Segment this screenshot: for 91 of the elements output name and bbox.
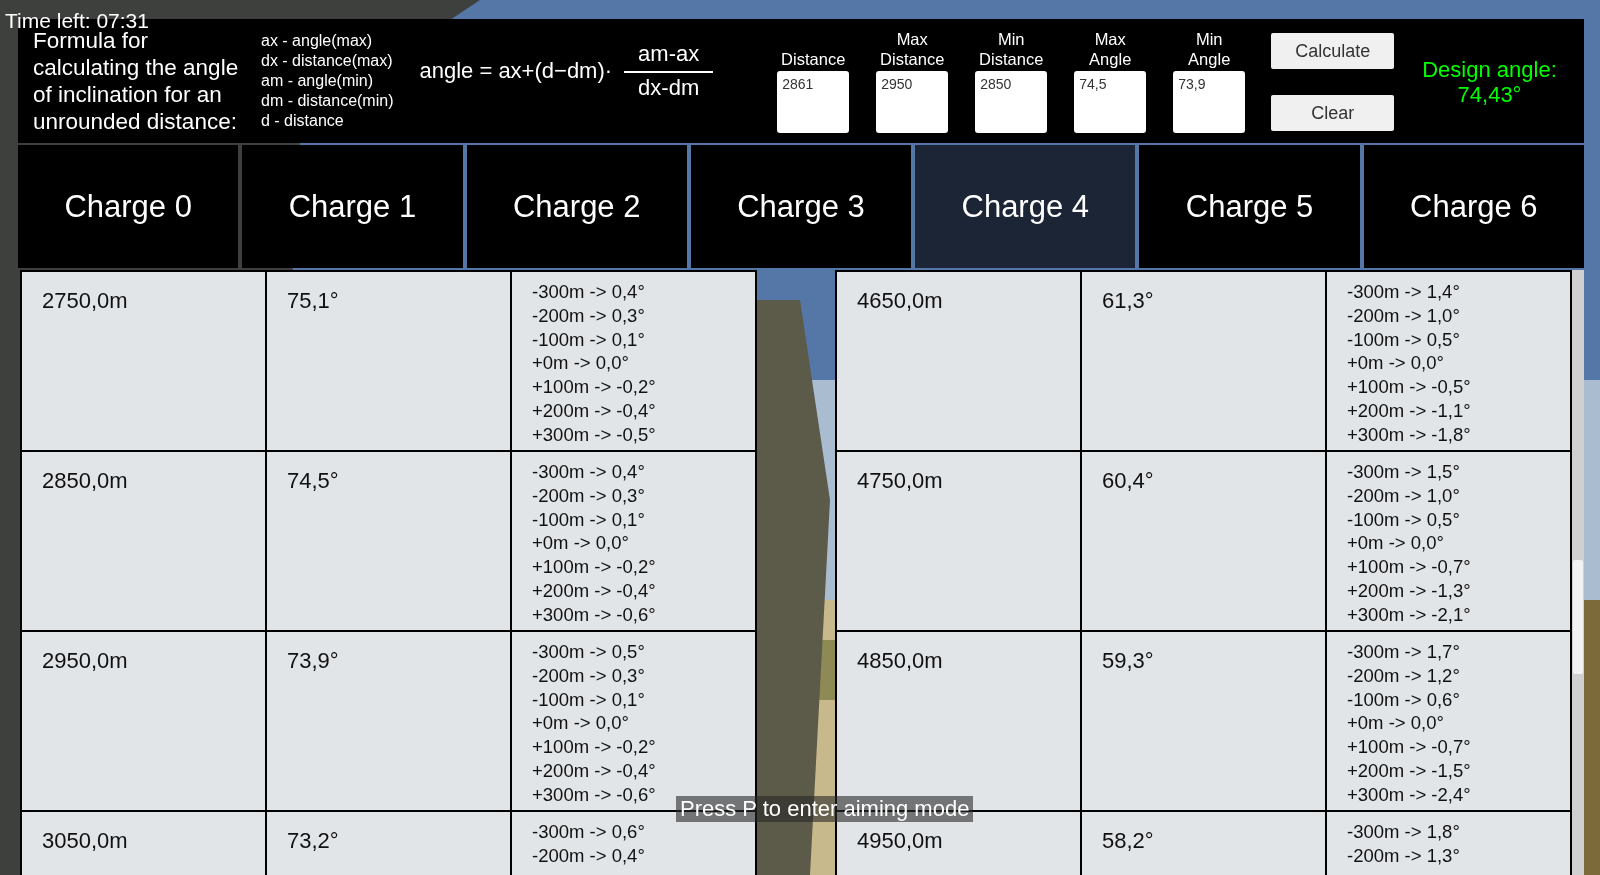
angle-cell: 58,2° — [1082, 812, 1325, 875]
field-label: Max Distance — [879, 29, 946, 69]
correction-line: +300m -> -0,6° — [532, 602, 657, 627]
correction-line: -200m -> 0,4° — [532, 843, 646, 868]
correction-line: +100m -> -0,2° — [532, 555, 657, 579]
correction-line: +100m -> -0,7° — [1347, 735, 1472, 759]
correction-line: +0m -> 0,0° — [532, 531, 630, 556]
correction-line: +200m -> -0,4° — [532, 579, 657, 603]
correction-line: -100m -> 0,5° — [1347, 327, 1461, 352]
legend-line: ax - angle(max) — [261, 31, 374, 51]
distance-cell: 2750,0m — [22, 272, 265, 450]
calculate-button[interactable]: Calculate — [1271, 33, 1395, 69]
correction-line: +100m -> -0,7° — [1347, 555, 1472, 579]
input-field[interactable]: 74,5 — [1074, 71, 1147, 133]
formula-equation: angle = ax+(d−dm)· — [419, 58, 613, 84]
correction-line: -100m -> 0,5° — [1347, 507, 1461, 532]
correction-line: -200m -> 1,0° — [1347, 483, 1461, 508]
correction-line: -300m -> 1,7° — [1347, 640, 1461, 664]
formula-denominator: dx-dm — [638, 74, 700, 101]
correction-line: -200m -> 1,2° — [1347, 663, 1461, 688]
correction-line: -300m -> 0,5° — [532, 640, 646, 664]
field-label: Max Angle — [1088, 29, 1133, 69]
correction-line: +0m -> 0,0° — [532, 711, 630, 736]
correction-line: -100m -> 0,1° — [532, 507, 646, 532]
charge-tab[interactable]: Charge 1 — [242, 145, 463, 268]
legend-line: d - distance — [261, 111, 345, 131]
angle-cell: 75,1° — [267, 272, 510, 450]
correction-line: +200m -> -1,1° — [1347, 399, 1472, 423]
correction-line: +0m -> 0,0° — [1347, 351, 1445, 376]
correction-line: -100m -> 0,1° — [532, 327, 646, 352]
correction-line: +200m -> -0,4° — [532, 399, 657, 423]
correction-line: -300m -> 0,4° — [532, 280, 646, 304]
correction-line: +300m -> -0,6° — [532, 782, 657, 807]
charge-tab[interactable]: Charge 6 — [1363, 145, 1584, 268]
field-label: Min Angle — [1187, 29, 1232, 69]
correction-line: +0m -> 0,0° — [532, 351, 630, 376]
scrollbar-thumb[interactable] — [1573, 560, 1583, 674]
input-field[interactable]: 2850 — [975, 71, 1048, 133]
correction-line: -100m -> 0,1° — [532, 687, 646, 712]
angle-cell: 60,4° — [1082, 452, 1325, 630]
charge-tab[interactable]: Charge 5 — [1139, 145, 1360, 268]
correction-line: -200m -> 0,3° — [532, 483, 646, 508]
correction-line: +0m -> 0,0° — [1347, 711, 1445, 736]
result-value: 74,43° — [1457, 82, 1522, 107]
charge-tab[interactable]: Charge 4 — [915, 145, 1136, 268]
angle-cell: 61,3° — [1082, 272, 1325, 450]
legend-line: dm - distance(min) — [261, 91, 394, 111]
angle-cell: 73,2° — [267, 812, 510, 875]
correction-line: -200m -> 0,3° — [532, 663, 646, 688]
field-label: Distance — [781, 49, 846, 69]
correction-line: -300m -> 1,5° — [1347, 460, 1461, 484]
correction-line: +200m -> -1,3° — [1347, 579, 1472, 603]
input-field[interactable]: 2950 — [876, 71, 949, 133]
legend-line: dx - distance(max) — [261, 51, 394, 71]
angle-cell: 59,3° — [1082, 632, 1325, 810]
clear-button[interactable]: Clear — [1271, 95, 1395, 131]
correction-line: +200m -> -1,5° — [1347, 759, 1472, 783]
distance-cell: 4650,0m — [837, 272, 1080, 450]
distance-cell: 2950,0m — [22, 632, 265, 810]
correction-line: -300m -> 1,8° — [1347, 820, 1461, 844]
correction-line: +300m -> -2,4° — [1347, 782, 1472, 807]
correction-line: -200m -> 0,3° — [532, 303, 646, 328]
correction-line: +300m -> -2,1° — [1347, 602, 1472, 627]
correction-line: -300m -> 1,4° — [1347, 280, 1461, 304]
charge-tab[interactable]: Charge 3 — [690, 145, 912, 268]
correction-line: +0m -> 0,0° — [1347, 531, 1445, 556]
correction-line: +100m -> -0,5° — [1347, 375, 1472, 399]
angle-cell: 73,9° — [267, 632, 510, 810]
correction-line: +100m -> -0,2° — [532, 735, 657, 759]
correction-line: +200m -> -0,4° — [532, 759, 657, 783]
correction-line: -100m -> 0,6° — [1347, 687, 1461, 712]
result-label: Design angle: — [1422, 57, 1557, 82]
correction-line: -200m -> 1,3° — [1347, 843, 1461, 868]
correction-line: -300m -> 0,4° — [532, 460, 646, 484]
correction-line: -200m -> 1,0° — [1347, 303, 1461, 328]
field-label: Min Distance — [978, 29, 1045, 69]
correction-line: +100m -> -0,2° — [532, 375, 657, 399]
input-field[interactable]: 2861 — [777, 71, 850, 133]
input-field[interactable]: 73,9 — [1173, 71, 1246, 133]
correction-line: +300m -> -1,8° — [1347, 422, 1472, 447]
legend-line: am - angle(min) — [261, 71, 375, 91]
charge-tab[interactable]: Charge 0 — [18, 145, 239, 268]
charge-tab[interactable]: Charge 2 — [466, 145, 687, 268]
correction-line: +300m -> -0,5° — [532, 422, 657, 447]
correction-line: -300m -> 0,6° — [532, 820, 646, 844]
distance-cell: 4750,0m — [837, 452, 1080, 630]
formula-numerator: am-ax — [624, 41, 714, 73]
distance-cell: 3050,0m — [22, 812, 265, 875]
angle-cell: 74,5° — [267, 452, 510, 630]
scrollbar[interactable] — [1572, 270, 1584, 875]
distance-cell: 2850,0m — [22, 452, 265, 630]
